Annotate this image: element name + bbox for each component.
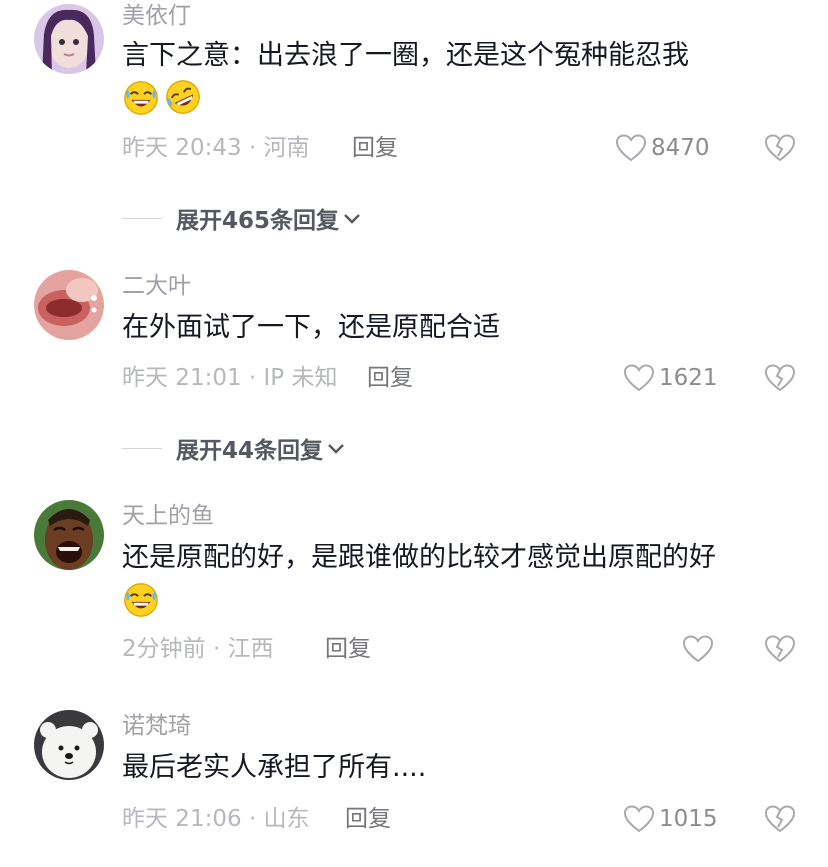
heart-outline-icon: [682, 635, 714, 663]
like-button[interactable]: [682, 634, 718, 664]
chevron-down-icon: [344, 214, 360, 224]
username[interactable]: 美依仃: [122, 2, 191, 30]
comment-item: 二大叶 在外面试了一下，还是原配合适 昨天 21:01 · IP 未知 回复 1…: [0, 268, 828, 478]
comment-text: 最后老实人承担了所有....: [122, 752, 427, 783]
comment-meta: 2分钟前 · 江西: [122, 636, 274, 662]
heart-outline-icon: [615, 134, 647, 162]
chevron-down-icon: [328, 444, 344, 454]
heart-outline-icon: [623, 364, 655, 392]
comment-meta: 昨天 21:01 · IP 未知: [122, 365, 338, 391]
like-button[interactable]: 1621: [623, 363, 718, 393]
grin-sweat-emoji: [124, 81, 158, 115]
avatar[interactable]: [34, 710, 104, 780]
username[interactable]: 二大叶: [122, 272, 191, 300]
comment-text: 言下之意：出去浪了一圈，还是这个冤种能忍我: [122, 40, 689, 71]
username[interactable]: 天上的鱼: [122, 502, 214, 530]
expand-replies-label: 展开44条回复: [176, 438, 324, 464]
like-count: 1015: [659, 806, 718, 832]
divider-line: [122, 217, 162, 219]
like-count: 1621: [659, 365, 718, 391]
heart-outline-icon: [623, 805, 655, 833]
reply-button[interactable]: 回复: [345, 804, 391, 834]
rolling-laugh-emoji: [166, 80, 200, 114]
comment-text: 在外面试了一下，还是原配合适: [122, 312, 500, 343]
comment-meta: 昨天 21:06 · 山东: [122, 806, 310, 832]
like-button[interactable]: 8470: [615, 133, 710, 163]
emoji-row: [122, 580, 160, 620]
broken-heart-icon[interactable]: [764, 804, 796, 834]
like-button[interactable]: 1015: [623, 804, 718, 834]
expand-replies-label: 展开465条回复: [176, 208, 340, 234]
emoji-row: [122, 78, 202, 118]
reply-button[interactable]: 回复: [352, 133, 398, 163]
expand-replies-button[interactable]: 展开44条回复: [122, 433, 345, 464]
avatar[interactable]: [34, 270, 104, 340]
broken-heart-icon[interactable]: [764, 363, 796, 393]
reply-button[interactable]: 回复: [325, 634, 371, 664]
broken-heart-icon[interactable]: [764, 133, 796, 163]
comment-item: 天上的鱼 还是原配的好，是跟谁做的比较才感觉出原配的好 2分钟前 · 江西 回复: [0, 498, 828, 688]
grin-sweat-emoji: [124, 583, 158, 617]
like-count: 8470: [651, 135, 710, 161]
comment-item: 诺梵琦 最后老实人承担了所有.... 昨天 21:06 · 山东 回复 1015: [0, 708, 828, 867]
comment-text: 还是原配的好，是跟谁做的比较才感觉出原配的好: [122, 542, 716, 573]
avatar[interactable]: [34, 4, 104, 74]
avatar[interactable]: [34, 500, 104, 570]
comment-item: 美依仃 言下之意：出去浪了一圈，还是这个冤种能忍我 昨天 20:43 · 河南 …: [0, 0, 828, 250]
comment-meta: 昨天 20:43 · 河南: [122, 135, 310, 161]
broken-heart-icon[interactable]: [764, 634, 796, 664]
reply-button[interactable]: 回复: [367, 363, 413, 393]
expand-replies-button[interactable]: 展开465条回复: [122, 203, 361, 234]
username[interactable]: 诺梵琦: [122, 712, 191, 740]
divider-line: [122, 447, 162, 449]
